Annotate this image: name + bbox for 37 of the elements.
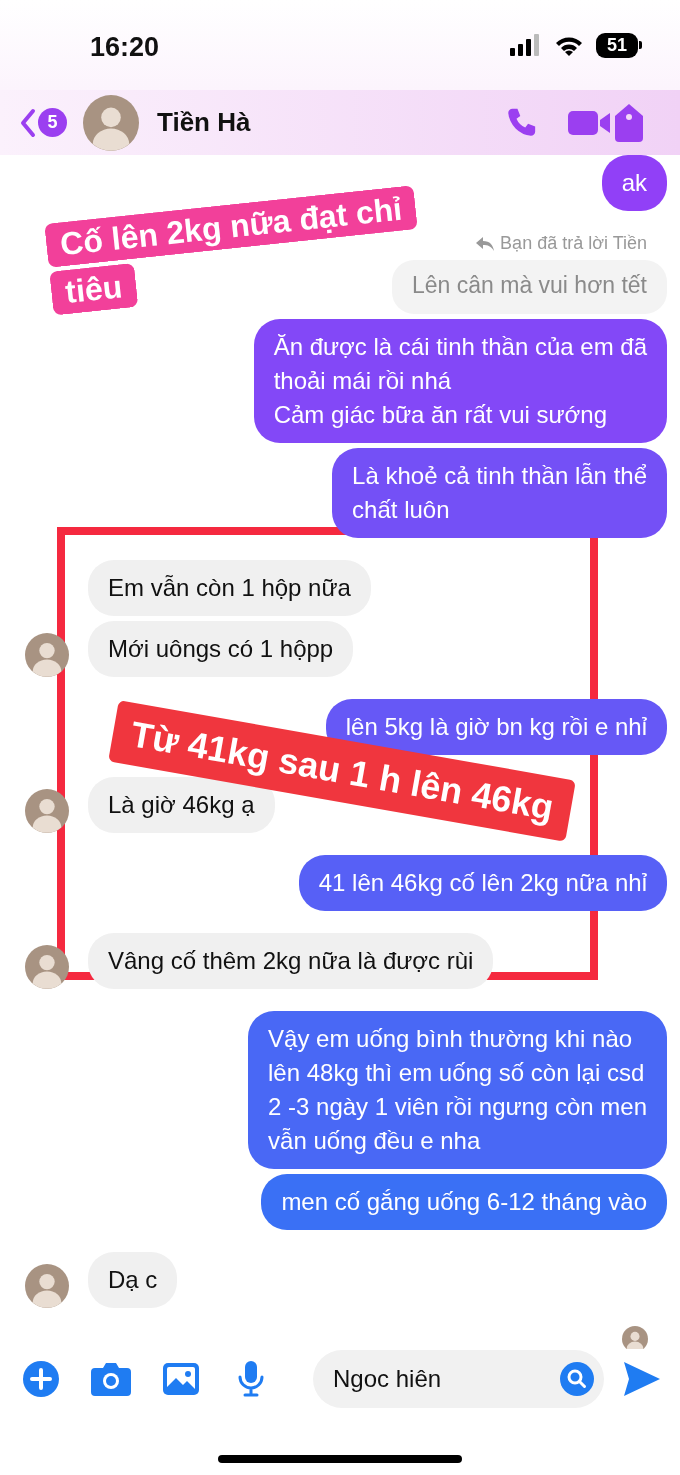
received-message: Dạ c [88, 1252, 178, 1308]
received-message: Mới uôngs có 1 hộpp [88, 621, 354, 677]
battery-level: 51 [596, 32, 638, 58]
reply-icon [476, 236, 495, 251]
received-message: Em vẫn còn 1 hộp nữa [88, 560, 371, 616]
sent-message: lên 5kg là giờ bn kg rồi e nhỉ [325, 699, 667, 755]
sent-message: ak [601, 155, 667, 211]
clock-time: 16:20 [90, 31, 161, 63]
received-message: Vâng cố thêm 2kg nữa là được rùi [88, 933, 494, 989]
sent-message: men cố gắng uống 6-12 tháng vào [261, 1174, 667, 1230]
tag-icon[interactable] [614, 103, 644, 142]
sent-message: Vậy em uống bình thường khi nào lên 48kg thì em uống số còn lại csd 2 -3 ngày 1 viên rồi ngưng còn men vẫn uống đều e nha [248, 1011, 667, 1169]
reply-note: Bạn đã trả lời Tiền [500, 233, 647, 254]
signal-icon [510, 34, 542, 56]
send-icon[interactable] [624, 1362, 660, 1396]
message-field[interactable]: Ngoc hiên [313, 1350, 604, 1408]
contact-name: Tiền Hà [157, 107, 252, 138]
sent-message: Ăn được là cái tinh thần của em đã thoải mái rồi nhá Cảm giác bữa ăn rất vui sướng [253, 319, 667, 443]
add-icon[interactable] [23, 1361, 59, 1397]
avatar-icon [25, 1264, 69, 1308]
quoted-message: Lên cân mà vui hơn tết [392, 260, 667, 314]
seen-avatar-icon [622, 1326, 648, 1349]
received-message: Là giờ 46kg ạ [88, 777, 275, 833]
back-button[interactable]: 5 [20, 107, 67, 138]
camera-icon[interactable] [91, 1362, 131, 1396]
microphone-icon[interactable] [237, 1361, 265, 1397]
unread-count: 5 [38, 108, 67, 137]
avatar-icon [83, 94, 139, 151]
avatar-icon [25, 945, 69, 989]
sent-message: 41 lên 46kg cố lên 2kg nữa nhỉ [298, 855, 667, 911]
sent-message: Là khoẻ cả tinh thần lẫn thể chất luôn [332, 448, 667, 538]
avatar-icon [25, 789, 69, 833]
image-icon[interactable] [163, 1363, 199, 1395]
wifi-icon [554, 34, 584, 56]
chevron-left-icon [20, 107, 36, 138]
search-icon[interactable] [560, 1362, 594, 1396]
avatar-icon [25, 633, 69, 677]
